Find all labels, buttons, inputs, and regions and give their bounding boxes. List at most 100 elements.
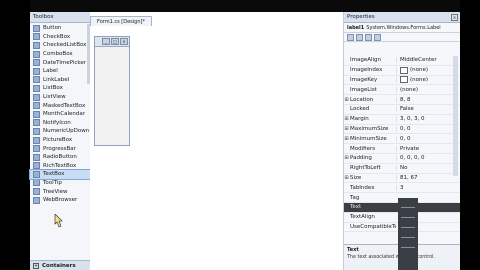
- listbox-icon: [33, 84, 40, 92]
- property-value[interactable]: Private: [396, 145, 461, 152]
- categorized-icon[interactable]: [347, 33, 354, 41]
- property-value-text: 0, 0: [400, 135, 411, 142]
- toolbox-item-label: NumericUpDown: [43, 128, 90, 135]
- property-row-imageindex[interactable]: ImageIndex (none): [344, 66, 461, 76]
- property-row-size[interactable]: ⊞ Size 81, 67: [344, 174, 461, 184]
- toolbox-item-combobox[interactable]: ComboBox: [30, 50, 90, 59]
- property-value[interactable]: 3, 0, 3, 0: [396, 116, 461, 123]
- property-value-text: 0, 0: [400, 125, 411, 132]
- property-value[interactable]: No: [396, 165, 461, 172]
- property-value[interactable]: (none): [396, 66, 461, 74]
- tooltip-icon: [33, 179, 40, 187]
- toolbox-item-label: MonthCalendar: [43, 111, 85, 118]
- toolbox-item-treeview[interactable]: TreeView: [30, 187, 90, 196]
- toolbox-item-picturebox[interactable]: PictureBox: [30, 136, 90, 145]
- toolbox-item-label: ListView: [43, 94, 66, 101]
- property-row-righttoleft[interactable]: RightToLeft No: [344, 164, 461, 174]
- form-preview[interactable]: _ □ ×: [94, 36, 130, 146]
- property-value-text: 8, 8: [400, 96, 411, 103]
- monthcalendar-icon: [33, 110, 40, 118]
- property-value[interactable]: (none): [396, 76, 461, 84]
- property-value-text: (none): [410, 67, 429, 74]
- text-line: [401, 247, 415, 248]
- property-row-imagekey[interactable]: ImageKey (none): [344, 76, 461, 86]
- property-row-locked[interactable]: Locked False: [344, 105, 461, 115]
- property-name: MaximumSize: [350, 125, 389, 132]
- radiobutton-icon: [33, 153, 40, 161]
- toolbox-item-linklabel[interactable]: LinkLabel: [30, 76, 90, 85]
- toolbox-group-containers[interactable]: + Containers: [30, 260, 90, 270]
- events-icon[interactable]: [374, 33, 381, 41]
- property-value[interactable]: 0, 0: [396, 125, 461, 132]
- toolbox-item-textbox[interactable]: TextBox: [29, 169, 91, 180]
- property-name: Modifiers: [350, 145, 376, 152]
- properties-scrollbar[interactable]: [453, 56, 458, 176]
- toolbox-group-label: Containers: [42, 262, 76, 269]
- toolbox-item-listbox[interactable]: ListBox: [30, 84, 90, 93]
- property-name: ImageList: [350, 86, 377, 93]
- properties-toolbar: [344, 33, 461, 42]
- form-designer-area[interactable]: Form1.cs [Design]* _ □ ×: [90, 12, 343, 270]
- property-value[interactable]: False: [396, 106, 461, 113]
- toolbox-item-label: CheckedListBox: [43, 42, 87, 49]
- property-name: MinimumSize: [350, 135, 387, 142]
- property-row-imagelist[interactable]: ImageList (none): [344, 85, 461, 96]
- toolbox-item-checkbox[interactable]: CheckBox: [30, 33, 90, 42]
- property-row-tabindex[interactable]: TabIndex 3: [344, 183, 461, 194]
- property-row-location[interactable]: ⊞ Location 8, 8: [344, 95, 461, 105]
- minimize-icon[interactable]: _: [102, 38, 110, 45]
- toolbox-item-label[interactable]: Label: [30, 67, 90, 76]
- property-value-text: 0, 0, 0, 0: [400, 155, 425, 162]
- toolbox-item-radiobutton[interactable]: RadioButton: [30, 153, 90, 162]
- property-value-text: MiddleCenter: [400, 57, 437, 64]
- video-letterbox-top: [30, 0, 480, 12]
- property-row-imagealign[interactable]: ImageAlign MiddleCenter: [344, 56, 461, 66]
- button-icon: [33, 24, 40, 32]
- toolbox-item-notifyicon[interactable]: NotifyIcon: [30, 119, 90, 128]
- property-value[interactable]: 81, 67: [396, 174, 461, 181]
- toolbox-item-label: CheckBox: [43, 33, 71, 40]
- property-value[interactable]: 0, 0, 0, 0: [396, 155, 461, 162]
- toolbox-item-numericupdown[interactable]: NumericUpDown: [30, 127, 90, 136]
- property-name: TextAlign: [350, 214, 375, 221]
- toolbox-item-richtextbox[interactable]: RichTextBox: [30, 162, 90, 171]
- property-value[interactable]: MiddleCenter: [396, 57, 461, 64]
- toolbox-item-webbrowser[interactable]: WebBrowser: [30, 196, 90, 205]
- close-icon[interactable]: ×: [451, 13, 458, 21]
- object-selector[interactable]: label1 System.Windows.Forms.Label: [344, 23, 461, 33]
- property-row-padding[interactable]: ⊞ Padding 0, 0, 0, 0: [344, 154, 461, 164]
- maximize-icon[interactable]: □: [111, 38, 119, 45]
- toolbox-item-button[interactable]: Button: [30, 24, 90, 33]
- property-name: RightToLeft: [350, 165, 381, 172]
- property-value[interactable]: 8, 8: [396, 96, 461, 103]
- alphabetical-icon[interactable]: [356, 33, 363, 41]
- property-value-text: 81, 67: [400, 174, 418, 181]
- properties-icon[interactable]: [365, 33, 372, 41]
- webbrowser-icon: [33, 196, 40, 204]
- properties-title: Properties: [347, 14, 375, 20]
- toolbox-panel: Toolbox Button CheckBox CheckedListBox Comb…: [29, 12, 91, 270]
- toolbox-item-listview[interactable]: ListView: [30, 93, 90, 102]
- toolbox-item-label: ListBox: [43, 85, 63, 92]
- property-value[interactable]: 0, 0: [396, 135, 461, 142]
- property-value[interactable]: (none): [396, 86, 461, 93]
- object-name: label1: [347, 24, 365, 31]
- toolbox-item-label: TreeView: [43, 188, 68, 195]
- toolbox-item-tooltip[interactable]: ToolTip: [30, 179, 90, 188]
- toolbox-item-progressbar[interactable]: ProgressBar: [30, 144, 90, 153]
- tab-form1-design[interactable]: Form1.cs [Design]*: [90, 16, 152, 26]
- close-icon[interactable]: ×: [120, 38, 128, 45]
- property-value[interactable]: 3: [396, 184, 461, 191]
- toolbox-item-maskedtextbox[interactable]: MaskedTextBox: [30, 101, 90, 110]
- toolbox-item-datetimepicker[interactable]: DateTimePicker: [30, 58, 90, 67]
- property-row-maximumsize[interactable]: ⊞ MaximumSize 0, 0: [344, 125, 461, 135]
- property-value-text: No: [400, 165, 408, 172]
- toolbox-item-monthcalendar[interactable]: MonthCalendar: [30, 110, 90, 119]
- property-row-modifiers[interactable]: Modifiers Private: [344, 144, 461, 154]
- toolbox-item-checkedlistbox[interactable]: CheckedListBox: [30, 41, 90, 50]
- property-row-margin[interactable]: ⊞ Margin 3, 0, 3, 0: [344, 115, 461, 125]
- text-editor-dropdown[interactable]: [398, 198, 418, 270]
- linklabel-icon: [33, 76, 40, 84]
- property-row-minimumsize[interactable]: ⊞ MinimumSize 0, 0: [344, 134, 461, 145]
- expand-plus-icon[interactable]: +: [33, 262, 39, 269]
